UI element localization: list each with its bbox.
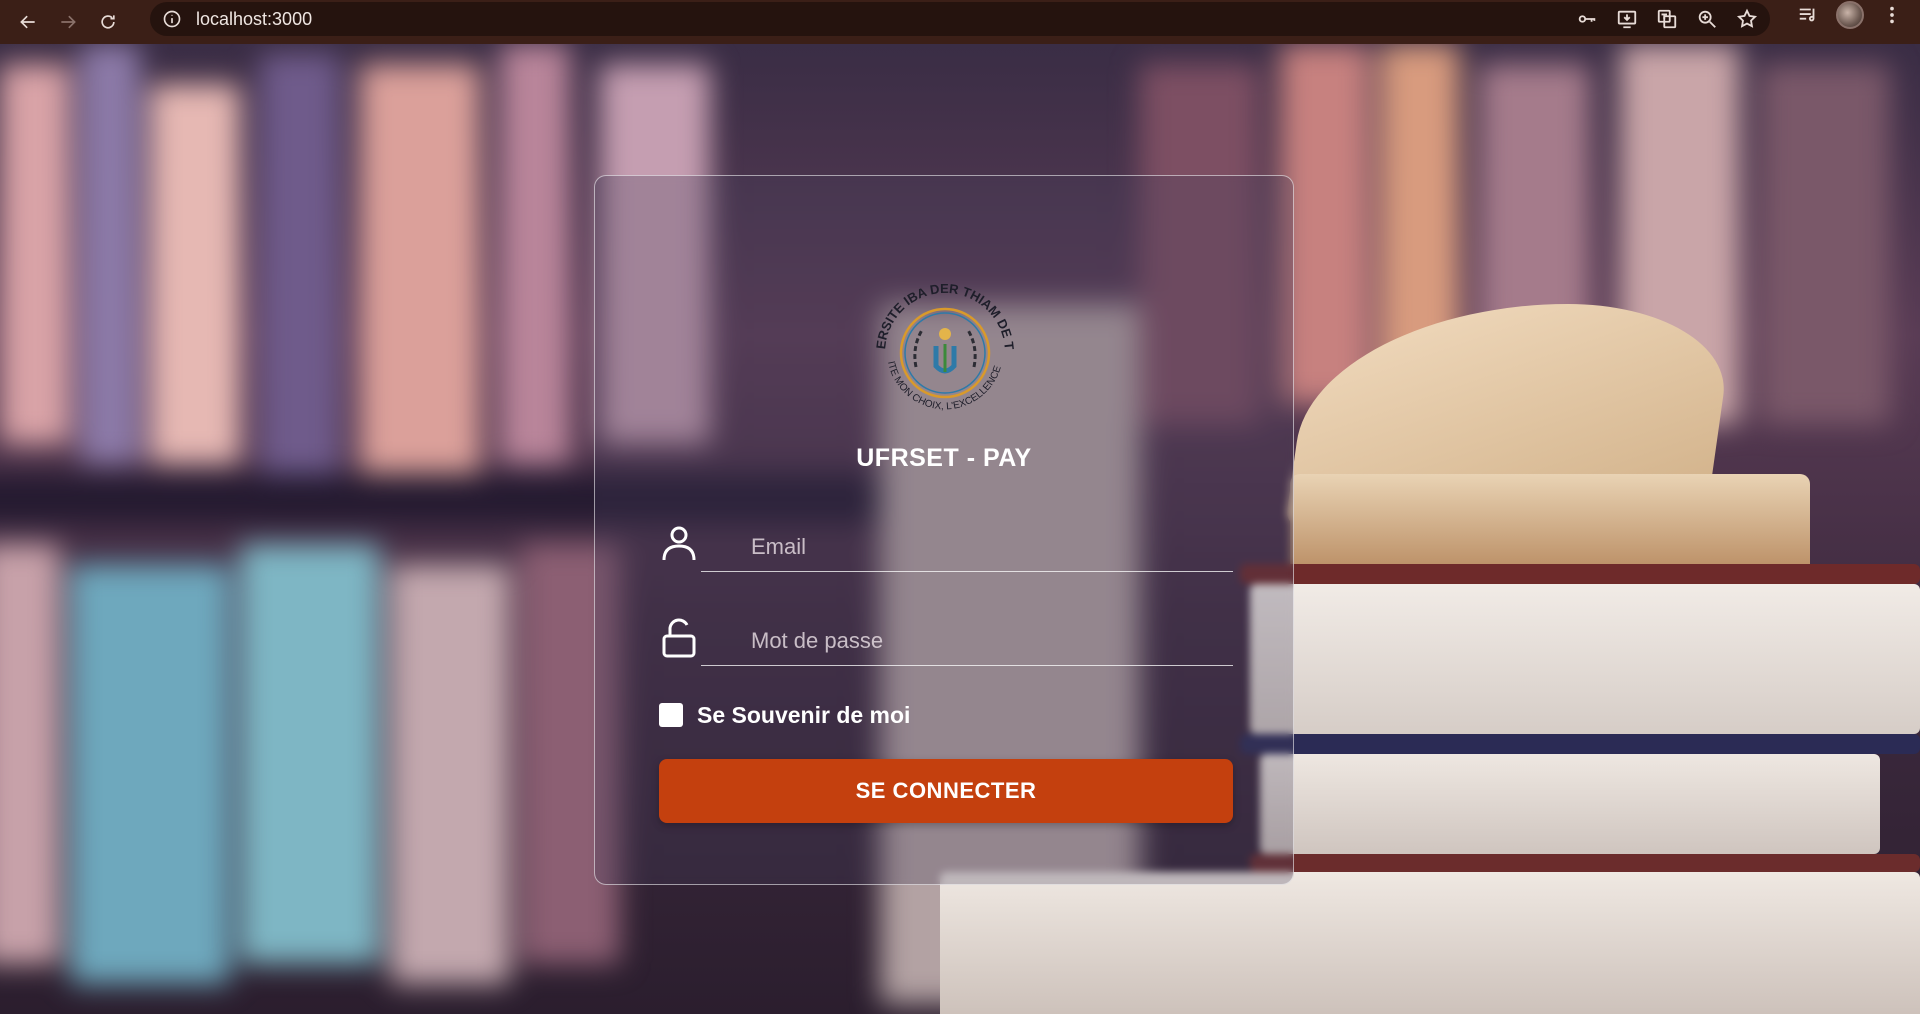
browser-right-tools	[1794, 0, 1920, 30]
app-title: UFRSET - PAY	[856, 444, 1032, 472]
browser-toolbar: localhost:3000	[0, 0, 1920, 44]
email-field[interactable]	[701, 522, 1233, 572]
zoom-icon[interactable]	[1694, 6, 1720, 32]
back-button[interactable]	[8, 7, 48, 37]
email-row	[659, 516, 1233, 580]
avatar[interactable]	[1836, 1, 1864, 29]
forward-icon	[61, 15, 76, 29]
login-button[interactable]: SE CONNECTER	[659, 759, 1233, 823]
address-bar-actions	[1574, 2, 1760, 36]
login-card: UNIVERSITE IBA DER THIAM DE THIES L'HUMI…	[594, 175, 1294, 885]
menu-icon[interactable]	[1878, 1, 1906, 29]
password-row	[659, 610, 1233, 674]
reload-button[interactable]	[88, 7, 128, 37]
unlock-icon	[659, 616, 699, 660]
star-icon[interactable]	[1734, 6, 1760, 32]
forward-button[interactable]	[48, 7, 88, 37]
university-logo: UNIVERSITE IBA DER THIAM DE THIES L'HUMI…	[864, 272, 1017, 412]
install-icon[interactable]	[1614, 6, 1640, 32]
remember-me-option[interactable]: Se Souvenir de moi	[659, 700, 910, 730]
key-icon[interactable]	[1574, 6, 1600, 32]
reload-icon	[101, 15, 115, 29]
reading-list-icon[interactable]	[1794, 1, 1822, 29]
back-icon	[20, 15, 35, 29]
remember-me-checkbox[interactable]	[659, 703, 683, 727]
password-field[interactable]	[701, 616, 1233, 666]
address-bar[interactable]: localhost:3000	[150, 2, 1770, 36]
info-icon[interactable]	[162, 9, 182, 29]
url-text[interactable]: localhost:3000	[196, 9, 312, 30]
remember-me-label[interactable]: Se Souvenir de moi	[697, 702, 910, 729]
translate-icon[interactable]	[1654, 6, 1680, 32]
user-icon	[659, 522, 699, 566]
